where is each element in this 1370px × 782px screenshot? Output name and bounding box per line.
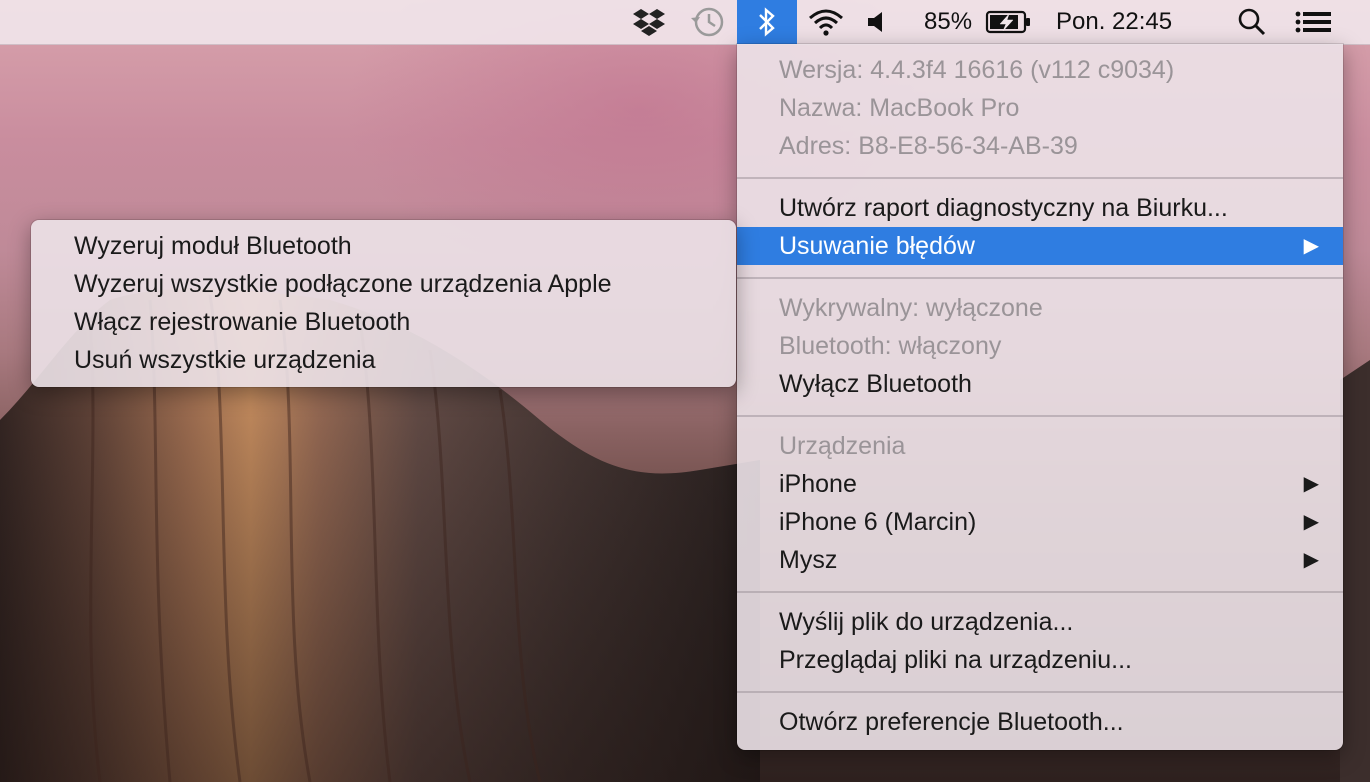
submenu-item-reset-module[interactable]: Wyzeruj moduł Bluetooth	[31, 227, 736, 265]
menu-item-open-preferences[interactable]: Otwórz preferencje Bluetooth...	[737, 703, 1343, 741]
battery-percent-text: 85%	[924, 8, 973, 35]
info-address: Adres: B8-E8-56-34-AB-39	[779, 132, 1078, 160]
spotlight-search-icon[interactable]	[1230, 0, 1274, 44]
menu-item-diagnostic-report[interactable]: Utwórz raport diagnostyczny na Biurku...	[737, 189, 1343, 227]
submenu-arrow-icon: ▶	[1303, 549, 1319, 571]
submenu-item-factory-reset-apple-devices[interactable]: Wyzeruj wszystkie podłączone urządzenia …	[31, 265, 736, 303]
wifi-icon[interactable]	[803, 0, 849, 44]
device-name: iPhone 6 (Marcin)	[779, 508, 977, 536]
debug-submenu: Wyzeruj moduł Bluetooth Wyzeruj wszystki…	[31, 220, 736, 387]
notification-center-icon[interactable]	[1290, 0, 1338, 44]
info-version: Wersja: 4.4.3f4 16616 (v112 c9034)	[779, 56, 1175, 84]
status-discoverable: Wykrywalny: wyłączone	[779, 294, 1043, 322]
submenu-item-remove-all-devices[interactable]: Usuń wszystkie urządzenia	[31, 341, 736, 379]
menu-separator	[737, 691, 1343, 693]
submenu-arrow-icon: ▶	[1303, 235, 1319, 257]
menu-separator	[737, 415, 1343, 417]
device-item-iphone[interactable]: iPhone ▶	[737, 465, 1343, 503]
menu-item-browse-files[interactable]: Przeglądaj pliki na urządzeniu...	[737, 641, 1343, 679]
menu-separator	[737, 177, 1343, 179]
device-name: Mysz	[779, 546, 838, 574]
time-machine-icon[interactable]	[684, 0, 730, 44]
dropbox-icon[interactable]	[626, 0, 672, 44]
devices-header: Urządzenia	[779, 432, 906, 460]
battery-charging-icon[interactable]	[984, 0, 1034, 44]
menu-item-debug-label: Usuwanie błędów	[779, 232, 975, 260]
clock-text: Pon. 22:45	[1056, 8, 1173, 35]
volume-icon[interactable]	[861, 0, 893, 44]
device-name: iPhone	[779, 470, 857, 498]
status-bluetooth-on: Bluetooth: włączony	[779, 332, 1002, 360]
menu-bar: 85% Pon. 22:45	[0, 0, 1370, 45]
submenu-item-enable-logging[interactable]: Włącz rejestrowanie Bluetooth	[31, 303, 736, 341]
menu-item-debug[interactable]: Usuwanie błędów ▶	[737, 227, 1343, 265]
battery-percentage[interactable]: 85%	[924, 0, 984, 44]
device-item-mouse[interactable]: Mysz ▶	[737, 541, 1343, 579]
menu-separator	[737, 591, 1343, 593]
menu-item-turn-off-bluetooth[interactable]: Wyłącz Bluetooth	[737, 365, 1343, 403]
bluetooth-icon[interactable]	[737, 0, 797, 44]
menu-separator	[737, 277, 1343, 279]
submenu-arrow-icon: ▶	[1303, 511, 1319, 533]
device-item-iphone-6[interactable]: iPhone 6 (Marcin) ▶	[737, 503, 1343, 541]
submenu-arrow-icon: ▶	[1303, 473, 1319, 495]
menu-clock[interactable]: Pon. 22:45	[1056, 0, 1206, 44]
menu-item-send-file[interactable]: Wyślij plik do urządzenia...	[737, 603, 1343, 641]
bluetooth-menu: Wersja: 4.4.3f4 16616 (v112 c9034) Nazwa…	[737, 44, 1343, 750]
info-name: Nazwa: MacBook Pro	[779, 94, 1020, 122]
